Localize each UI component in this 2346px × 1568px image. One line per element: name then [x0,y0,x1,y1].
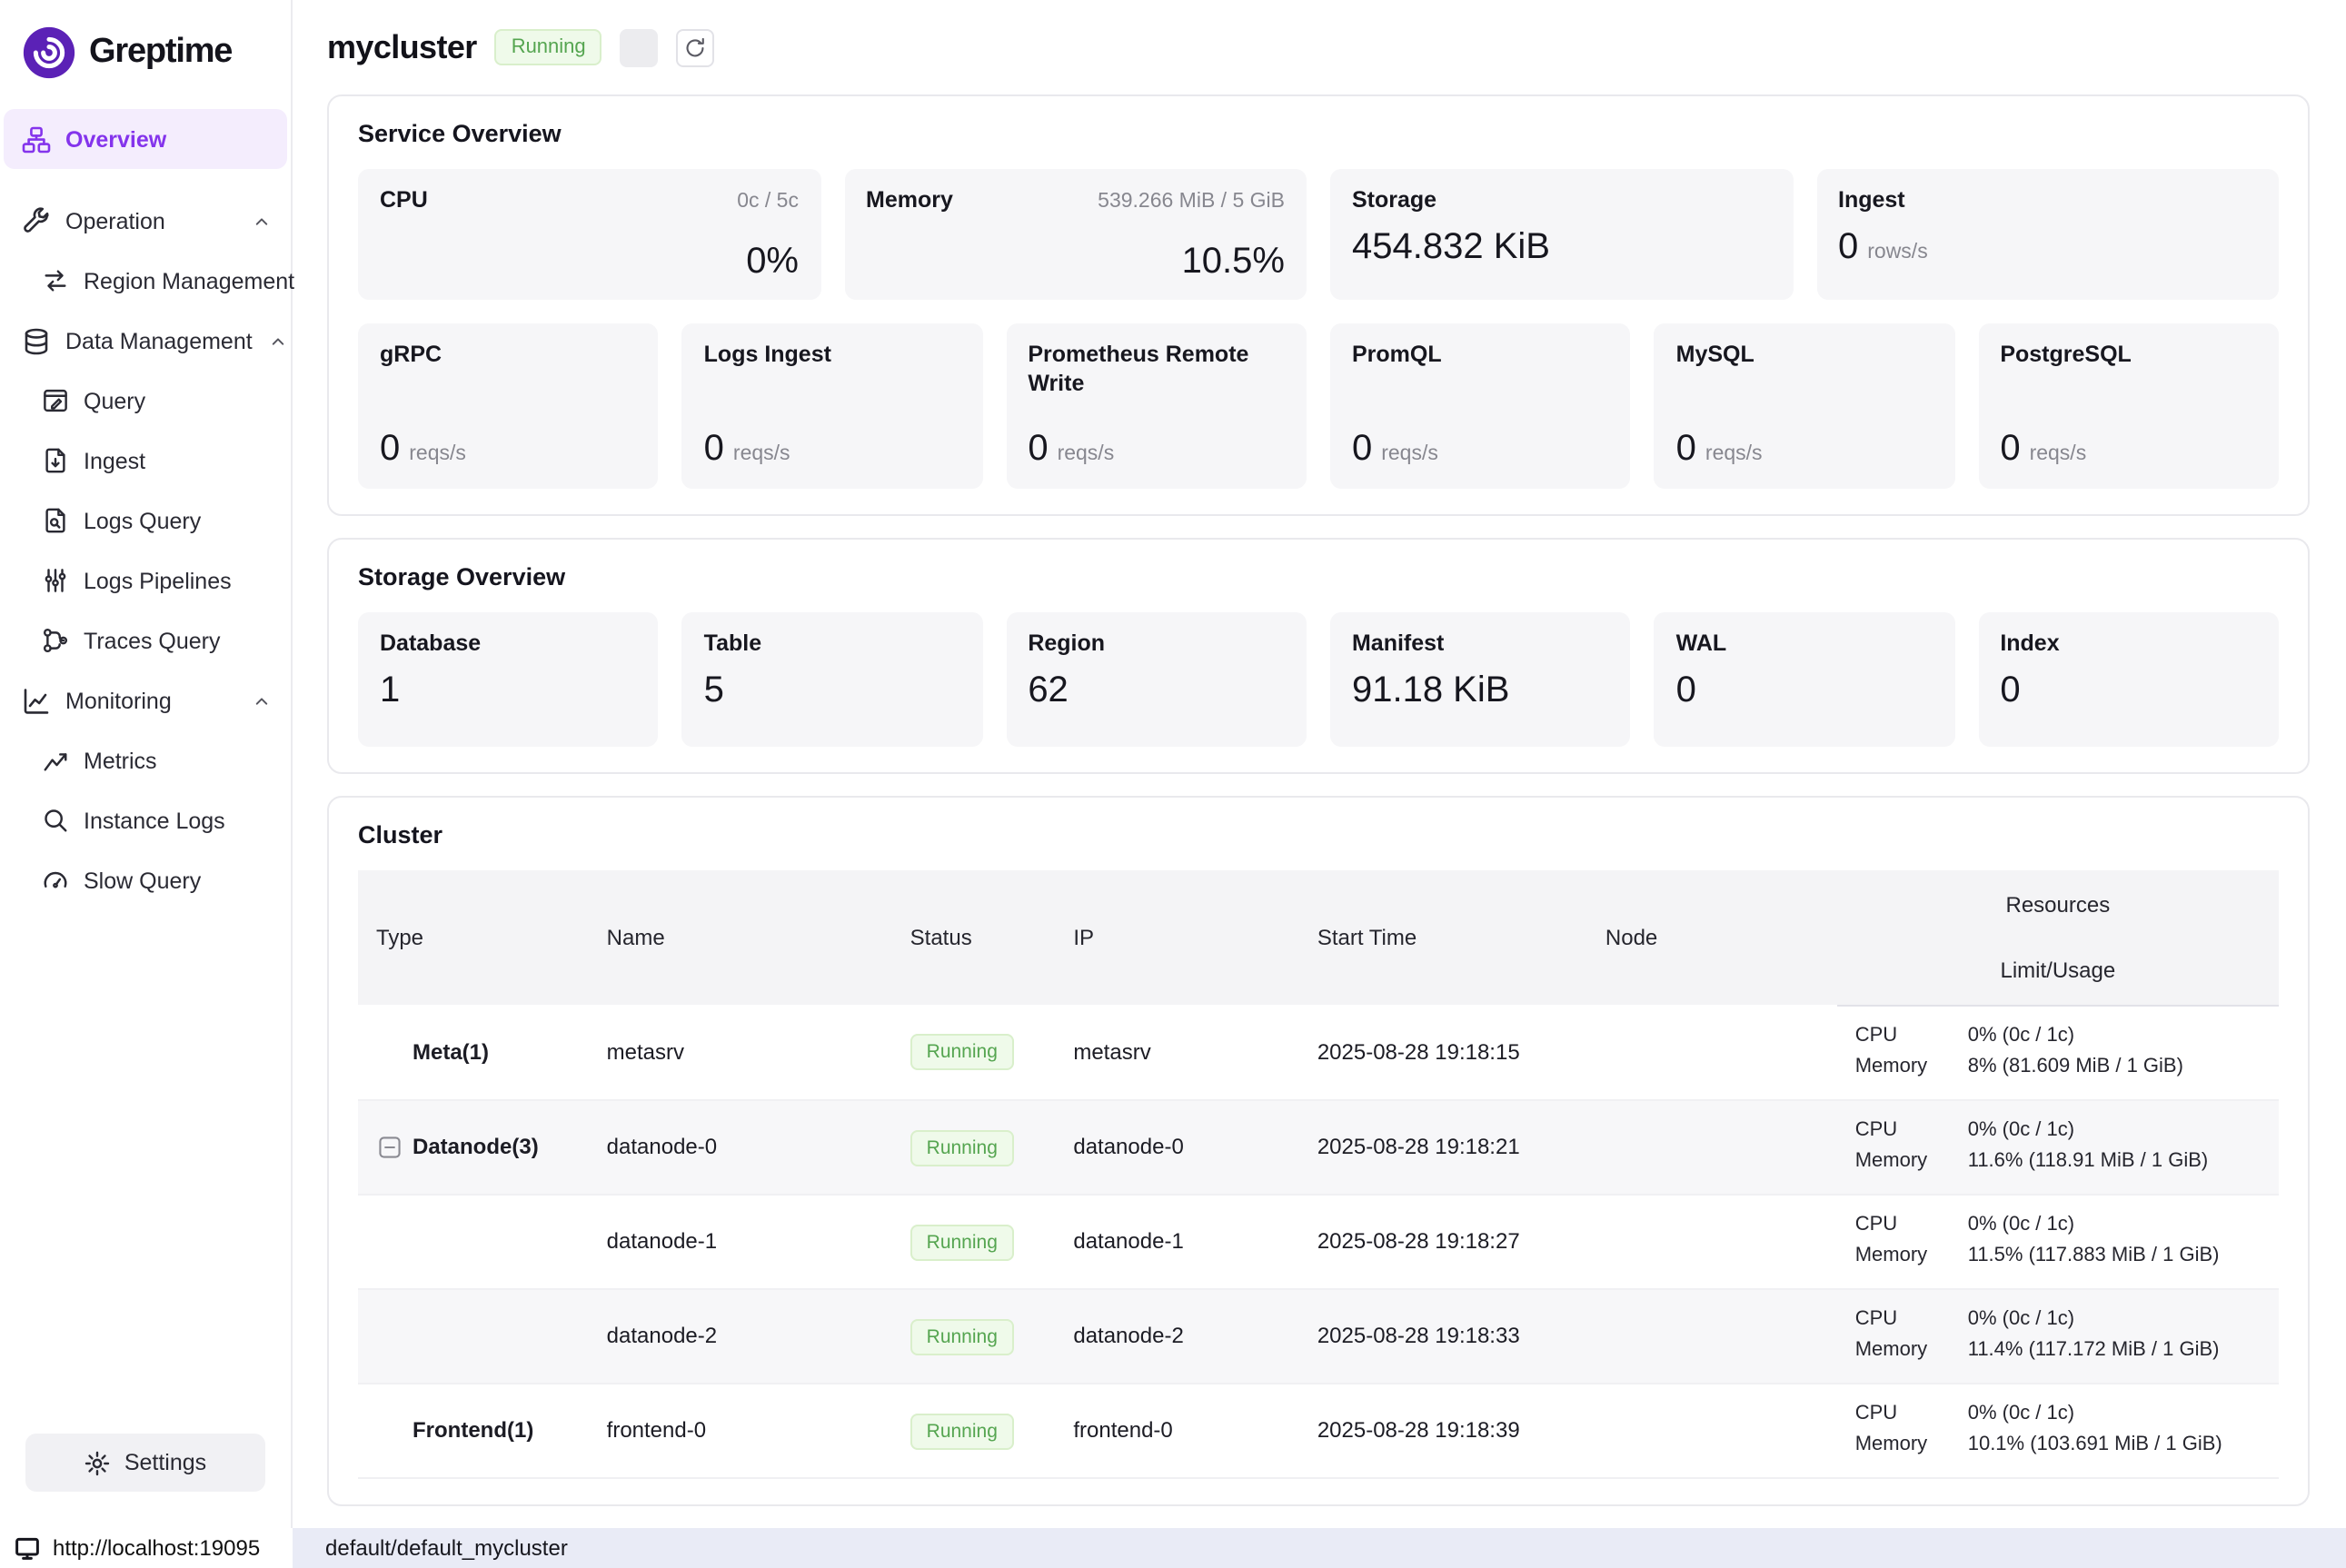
instance-logs-icon [42,807,69,834]
logs-ingest-card: Logs Ingest 0reqs/s [682,323,983,489]
logs-query-icon [42,507,69,534]
storage-value: 454.832 KiB [1352,226,1550,268]
ingest-value: 0 [1838,226,1858,268]
collapse-toggle-icon[interactable] [376,1134,402,1159]
panel-title: Cluster [358,821,2279,849]
sidebar-item-region-management[interactable]: Region Management [4,251,287,311]
statusbar-url: http://localhost:19095 [53,1535,260,1561]
grpc-card: gRPC 0reqs/s [358,323,659,489]
data-management-icon [22,326,51,355]
mysql-card: MySQL 0reqs/s [1655,323,1955,489]
cluster-panel: Cluster Type Name Status IP Start Time N… [327,796,2310,1505]
sidebar-item-logs-query[interactable]: Logs Query [4,491,287,551]
ingest-card: Ingest 0 rows/s [1816,169,2279,300]
table-row: Datanode(3) datanode-0 Running datanode-… [358,1099,2279,1194]
row-status-badge: Running [910,1413,1014,1449]
row-status-badge: Running [910,1318,1014,1355]
sidebar-item-data-management[interactable]: Data Management [4,311,287,371]
sidebar-item-monitoring[interactable]: Monitoring [4,670,287,730]
manifest-card: Manifest 91.18 KiB [1330,612,1631,747]
col-header-limit-usage: Limit/Usage [1837,938,2279,1005]
storage-card: Storage 454.832 KiB [1330,169,1793,300]
wal-card: WAL 0 [1655,612,1955,747]
logs-pipelines-icon [42,567,69,594]
col-header-start-time: Start Time [1299,870,1587,1005]
gear-icon [84,1449,112,1476]
sidebar-nav: Overview Operation Region Management Dat… [0,109,291,910]
ingest-icon [42,447,69,474]
chevron-up-icon [251,690,273,711]
row-status-badge: Running [910,1035,1014,1071]
table-row: datanode-1 Running datanode-1 2025-08-28… [358,1194,2279,1288]
overview-icon [22,124,51,154]
storage-overview-panel: Storage Overview Database 1 Table 5 Regi… [327,538,2310,774]
region-management-icon [42,267,69,294]
chevron-up-icon [251,210,273,232]
sidebar-item-slow-query[interactable]: Slow Query [4,850,287,910]
database-card: Database 1 [358,612,659,747]
index-card: Index 0 [1978,612,2279,747]
cpu-card: CPU 0c / 5c 0% [358,169,820,300]
operation-icon [22,206,51,235]
col-header-status: Status [892,870,1056,1005]
page-header: mycluster Running [327,22,2310,73]
col-header-node: Node [1587,870,1837,1005]
page-title: mycluster [327,28,477,66]
table-card: Table 5 [682,612,983,747]
sidebar-item-traces-query[interactable]: Traces Query [4,610,287,670]
greptime-logo-icon [22,25,76,80]
sidebar-item-query[interactable]: Query [4,371,287,431]
cluster-table: Type Name Status IP Start Time Node Reso… [358,870,2279,1478]
region-card: Region 62 [1006,612,1307,747]
sidebar-item-ingest[interactable]: Ingest [4,431,287,491]
sidebar-item-metrics[interactable]: Metrics [4,730,287,790]
row-status-badge: Running [910,1129,1014,1166]
monitoring-icon [22,686,51,715]
row-status-badge: Running [910,1224,1014,1260]
sidebar-item-logs-pipelines[interactable]: Logs Pipelines [4,551,287,610]
promql-card: PromQL 0reqs/s [1330,323,1631,489]
minus-square-icon [377,1135,401,1158]
query-icon [42,387,69,414]
refresh-button[interactable] [677,28,715,66]
col-header-ip: IP [1055,870,1298,1005]
sidebar: Greptime Overview Operation Region Manag… [0,0,293,1568]
settings-button[interactable]: Settings [25,1434,265,1492]
status-bar: http://localhost:19095 default/default_m… [0,1528,2346,1568]
status-badge: Running [495,29,602,65]
app-window: Greptime Overview Operation Region Manag… [0,0,2346,1568]
statusbar-cluster-path: default/default_mycluster [325,1535,568,1561]
col-header-name: Name [589,870,892,1005]
monitor-icon [15,1535,40,1561]
postgresql-card: PostgreSQL 0reqs/s [1978,323,2279,489]
panel-title: Storage Overview [358,563,2279,590]
prometheus-remote-write-card: Prometheus Remote Write 0reqs/s [1006,323,1307,489]
copy-button[interactable] [621,28,659,66]
slow-query-icon [42,867,69,894]
col-header-type: Type [358,870,589,1005]
service-overview-panel: Service Overview CPU 0c / 5c 0% Memory 5… [327,94,2310,516]
sidebar-item-operation[interactable]: Operation [4,191,287,251]
table-row: Frontend(1) frontend-0 Running frontend-… [358,1383,2279,1477]
chevron-up-icon [267,330,289,352]
table-row: Meta(1) metasrv Running metasrv 2025-08-… [358,1005,2279,1099]
refresh-icon [684,35,708,59]
logo-text: Greptime [89,33,232,73]
metrics-icon [42,747,69,774]
sidebar-item-instance-logs[interactable]: Instance Logs [4,790,287,850]
panel-title: Service Overview [358,120,2279,147]
logo[interactable]: Greptime [0,0,291,109]
memory-card: Memory 539.266 MiB / 5 GiB 10.5% [844,169,1307,300]
table-row: datanode-2 Running datanode-2 2025-08-28… [358,1288,2279,1383]
col-header-resources: Resources [1837,870,2279,938]
sidebar-item-overview[interactable]: Overview [4,109,287,169]
memory-percent: 10.5% [866,241,1285,283]
traces-query-icon [42,627,69,654]
main-content: mycluster Running Service Overview CPU 0… [293,0,2346,1568]
statusbar-url-chip: http://localhost:19095 [0,1528,293,1568]
cpu-percent: 0% [380,241,799,283]
